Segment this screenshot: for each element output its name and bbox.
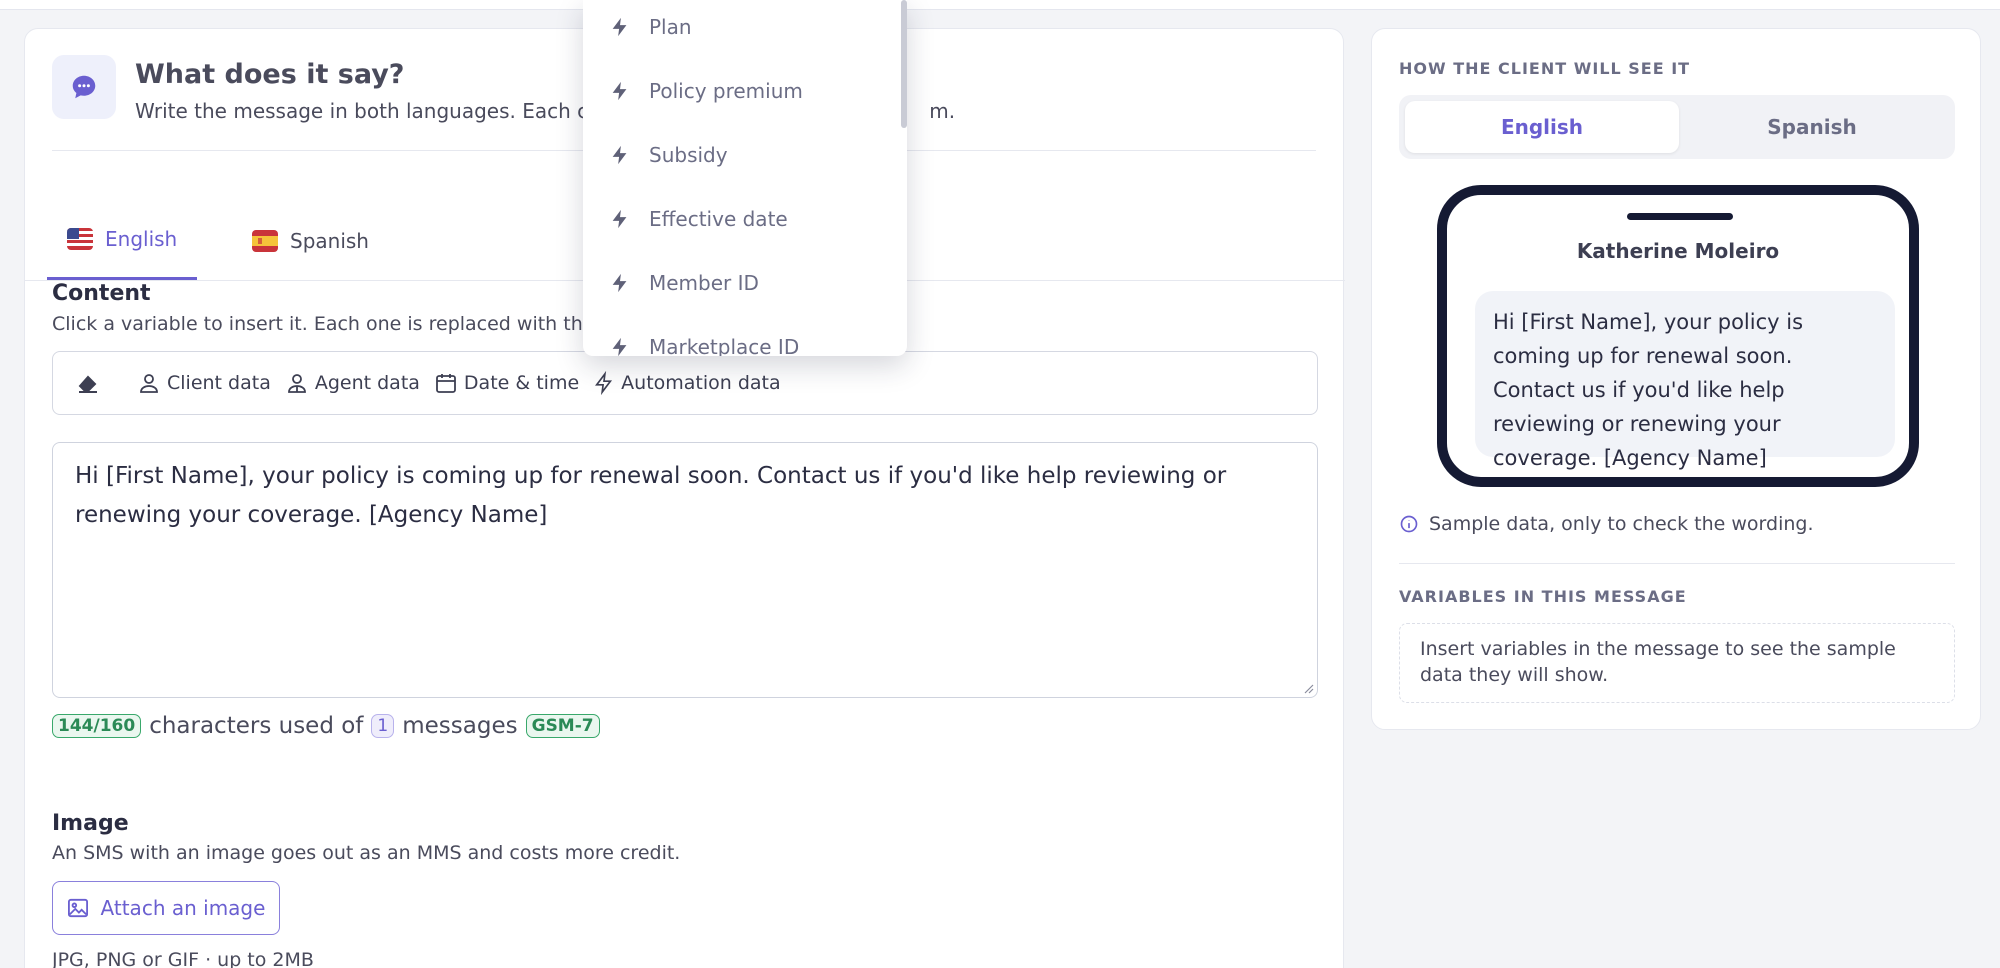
- message-text: Hi [First Name], your policy is coming u…: [75, 463, 1227, 528]
- encoding-badge: GSM-7: [525, 714, 600, 738]
- character-count-badge: 144/160: [52, 714, 142, 738]
- tab-spanish[interactable]: Spanish: [232, 201, 389, 280]
- automation-data-label: Automation data: [621, 372, 781, 394]
- editor-subtitle-end: m.: [929, 99, 956, 123]
- editor-title: What does it say?: [135, 59, 405, 90]
- agent-data-label: Agent data: [314, 372, 420, 394]
- bolt-icon: [612, 209, 627, 229]
- counter-text-messages: messages: [402, 713, 518, 739]
- sample-data-note: Sample data, only to check the wording.: [1399, 513, 1814, 535]
- dropdown-item-label: Marketplace ID: [649, 335, 800, 356]
- message-textarea[interactable]: Hi [First Name], your policy is coming u…: [52, 442, 1318, 698]
- dropdown-item-subsidy[interactable]: Subsidy: [609, 143, 728, 167]
- client-data-button[interactable]: Client data: [137, 371, 271, 395]
- info-icon: [1400, 515, 1418, 533]
- preview-tab-english[interactable]: English: [1405, 101, 1679, 153]
- sample-data-note-text: Sample data, only to check the wording.: [1429, 513, 1814, 535]
- content-subtitle: Click a variable to insert it. Each one …: [52, 313, 595, 335]
- contact-name: Katherine Moleiro: [1576, 239, 1780, 263]
- dropdown-item-effective-date[interactable]: Effective date: [609, 207, 788, 231]
- top-bar: [0, 0, 2000, 10]
- variables-label: VARIABLES IN THIS MESSAGE: [1399, 587, 1687, 606]
- preview-language-toggle: English Spanish: [1399, 95, 1955, 159]
- date-time-label: Date & time: [463, 372, 580, 394]
- dropdown-item-plan[interactable]: Plan: [609, 15, 692, 39]
- automation-data-dropdown: Plan Policy premium Subsidy Effective da…: [583, 0, 907, 356]
- bolt-icon: [612, 145, 627, 165]
- message-bubble: Hi [First Name], your policy is coming u…: [1475, 291, 1895, 470]
- content-title: Content: [52, 281, 151, 306]
- dropdown-item-policy-premium[interactable]: Policy premium: [609, 79, 803, 103]
- date-time-button[interactable]: Date & time: [434, 371, 579, 395]
- agent-data-button[interactable]: Agent data: [285, 371, 420, 395]
- dropdown-item-label: Plan: [649, 15, 692, 39]
- image-hint: JPG, PNG or GIF · up to 2MB: [52, 949, 314, 968]
- tab-spanish-label: Spanish: [290, 228, 369, 253]
- image-icon: [67, 898, 88, 918]
- resize-handle-icon[interactable]: [1302, 682, 1314, 694]
- preview-label: HOW THE CLIENT WILL SEE IT: [1399, 59, 1691, 78]
- dropdown-item-label: Subsidy: [649, 143, 728, 167]
- image-subtitle: An SMS with an image goes out as an MMS …: [52, 842, 681, 864]
- agent-icon: [287, 374, 306, 393]
- preview-card: HOW THE CLIENT WILL SEE IT English Spani…: [1371, 28, 1981, 730]
- variable-toolbar: Client data Agent data Date & time Autom…: [52, 351, 1318, 415]
- bolt-icon: [612, 17, 627, 37]
- client-data-label: Client data: [167, 372, 271, 394]
- attach-image-label: Attach an image: [100, 896, 266, 920]
- dropdown-item-marketplace-id[interactable]: Marketplace ID: [609, 335, 799, 356]
- bolt-icon: [612, 337, 627, 356]
- dropdown-item-member-id[interactable]: Member ID: [609, 271, 759, 295]
- bolt-icon: [595, 371, 613, 395]
- message-count-badge: 1: [371, 714, 395, 738]
- attach-image-button[interactable]: Attach an image: [52, 881, 280, 935]
- counter-text-used: characters used of: [149, 713, 364, 739]
- dropdown-item-label: Effective date: [649, 207, 788, 231]
- variables-empty-state: Insert variables in the message to see t…: [1399, 623, 1955, 703]
- image-title: Image: [52, 811, 129, 836]
- dropdown-scrollbar[interactable]: [901, 0, 907, 128]
- phone-notch: [1627, 213, 1733, 220]
- eraser-icon[interactable]: [75, 371, 101, 395]
- spain-flag-icon: [252, 229, 278, 252]
- editor-subtitle-start: Write the message in both languages. Eac…: [135, 99, 600, 123]
- calendar-icon: [436, 374, 456, 393]
- automation-data-button[interactable]: Automation data: [593, 371, 781, 395]
- user-icon: [140, 374, 158, 393]
- dropdown-item-label: Policy premium: [649, 79, 803, 103]
- bolt-icon: [612, 273, 627, 293]
- tab-english[interactable]: English: [47, 201, 198, 280]
- preview-tab-spanish[interactable]: Spanish: [1675, 101, 1949, 153]
- us-flag-icon: [67, 228, 93, 250]
- divider: [1399, 563, 1955, 564]
- character-counter: 144/160 characters used of 1 messages GS…: [52, 713, 600, 739]
- tab-english-label: English: [105, 227, 178, 251]
- dropdown-item-label: Member ID: [649, 271, 759, 295]
- chat-bubble-icon: [52, 55, 116, 119]
- bolt-icon: [612, 81, 627, 101]
- phone-mockup: Katherine Moleiro Hi [First Name], your …: [1437, 185, 1919, 487]
